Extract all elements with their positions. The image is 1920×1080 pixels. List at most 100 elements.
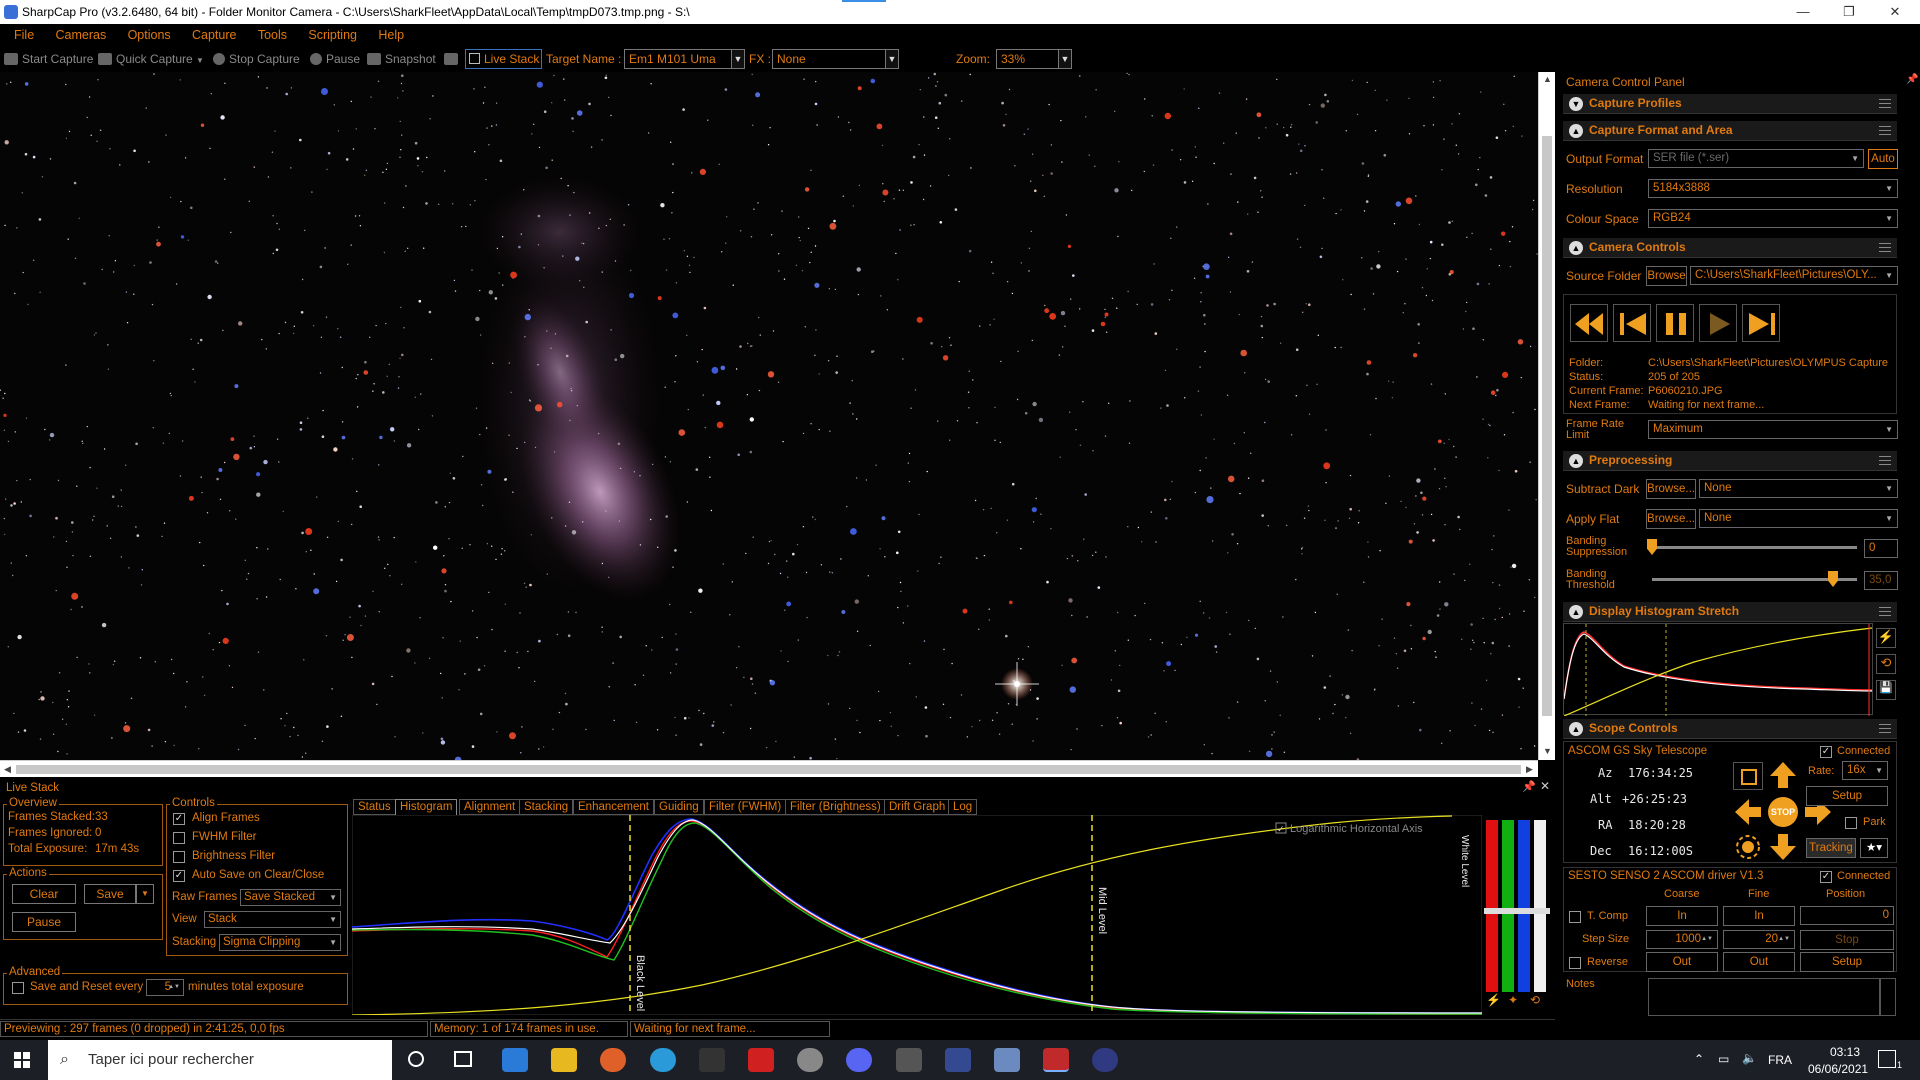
green-level-bar[interactable] (1502, 820, 1514, 992)
start-capture-button[interactable]: Start Capture (4, 51, 93, 67)
source-folder-select[interactable]: C:\Users\SharkFleet\Pictures\OLY... ▼ (1690, 266, 1898, 285)
fx-select[interactable]: None (772, 49, 890, 69)
tab-enhancement[interactable]: Enhancement (573, 799, 654, 815)
clear-button[interactable]: Clear (12, 884, 76, 904)
rewind-button[interactable] (1570, 304, 1608, 342)
target-name-input[interactable]: Em1 M101 Uma (624, 49, 736, 69)
level-slider-handle[interactable] (1484, 908, 1550, 914)
menu-tools[interactable]: Tools (249, 24, 296, 46)
minimize-button[interactable]: — (1780, 0, 1826, 24)
south-arrow-button[interactable] (1768, 832, 1798, 862)
preprocessing-header[interactable]: ▲ Preprocessing (1563, 451, 1897, 471)
vertical-scrollbar[interactable]: ▲ ▼ (1538, 72, 1555, 760)
north-arrow-button[interactable] (1768, 760, 1798, 790)
histogram-chart[interactable]: Black Level Mid Level White Level ✓ Loga… (351, 814, 1483, 1016)
reverse-checkbox[interactable] (1569, 957, 1581, 969)
section-menu-icon[interactable] (1879, 99, 1891, 108)
settings-icon[interactable] (444, 51, 462, 67)
browse-dark-button[interactable]: Browse... (1646, 479, 1696, 499)
close-button[interactable]: ✕ (1872, 0, 1918, 24)
image-view[interactable] (0, 72, 1555, 760)
scope-controls-header[interactable]: ▲ Scope Controls (1563, 719, 1897, 739)
fwhm-filter-checkbox[interactable] (173, 832, 185, 844)
t-comp-checkbox[interactable] (1569, 911, 1581, 923)
previous-frame-button[interactable] (1613, 304, 1651, 342)
rate-select[interactable]: 16x ▼ (1842, 761, 1888, 780)
zoom-select[interactable]: 33% (996, 49, 1064, 69)
tab-filter-brightness[interactable]: Filter (Brightness) (785, 799, 886, 815)
mail-icon[interactable] (502, 1048, 528, 1072)
reset-icon[interactable]: ⟲ (1530, 993, 1540, 1007)
park-checkbox[interactable] (1845, 817, 1857, 829)
focuser-connected-checkbox[interactable]: ✓ (1820, 871, 1832, 883)
minutes-stepper[interactable]: 5 ▲▼ (146, 979, 184, 996)
output-format-select[interactable]: SER file (*.ser) ▼ (1648, 149, 1864, 168)
auto-button[interactable]: Auto (1868, 149, 1898, 169)
view-select[interactable]: Stack ▼ (204, 911, 341, 928)
home-button[interactable] (1733, 832, 1763, 862)
live-stack-button[interactable]: Live Stack (465, 49, 542, 69)
position-input[interactable]: 0 (1800, 906, 1894, 925)
zoom-dropdown-icon[interactable]: ▼ (1058, 49, 1072, 69)
tracking-button[interactable]: Tracking (1806, 838, 1856, 858)
banding-threshold-input[interactable]: 35,0 (1864, 571, 1898, 590)
pause-button[interactable]: Pause (310, 51, 360, 67)
raw-frames-select[interactable]: Save Stacked ▼ (240, 889, 341, 906)
scroll-left-icon[interactable]: ◀ (4, 764, 11, 775)
banding-suppression-slider[interactable] (1652, 546, 1857, 549)
pin-icon[interactable]: 📌 (1522, 780, 1536, 793)
boost-icon[interactable]: ✦ (1508, 993, 1518, 1007)
network-icon[interactable]: ▭ (1718, 1052, 1729, 1066)
menu-capture[interactable]: Capture (183, 24, 245, 46)
banding-suppression-input[interactable]: 0 (1864, 539, 1898, 558)
goto-button[interactable] (1733, 762, 1763, 790)
section-menu-icon[interactable] (1879, 456, 1891, 465)
dark-select[interactable]: None ▼ (1699, 479, 1898, 498)
notifications-icon[interactable] (1878, 1050, 1896, 1068)
tab-alignment[interactable]: Alignment (459, 799, 521, 815)
maximize-button[interactable]: ❐ (1826, 0, 1872, 24)
capture-profiles-header[interactable]: ▼ Capture Profiles (1563, 94, 1897, 114)
blue-level-bar[interactable] (1518, 820, 1530, 992)
menu-scripting[interactable]: Scripting (299, 24, 366, 46)
snapshot-button[interactable]: Snapshot (367, 51, 436, 67)
planetarium-icon[interactable] (797, 1048, 823, 1072)
astrophoto-icon[interactable] (1092, 1048, 1118, 1072)
chevron-up-icon[interactable]: ▲ (1569, 241, 1583, 255)
fx-dropdown-icon[interactable]: ▼ (885, 49, 899, 69)
tab-log[interactable]: Log (948, 799, 978, 815)
menu-cameras[interactable]: Cameras (47, 24, 116, 46)
auto-stretch-icon[interactable]: ⚡ (1876, 628, 1896, 648)
save-dropdown-icon[interactable]: ▼ (136, 884, 154, 904)
calculator-icon[interactable] (994, 1048, 1020, 1072)
focuser-stop-button[interactable]: Stop (1800, 930, 1894, 950)
browse-folder-button[interactable]: Browse (1646, 266, 1687, 286)
banding-threshold-slider[interactable] (1652, 578, 1857, 581)
section-menu-icon[interactable] (1879, 126, 1891, 135)
resolution-select[interactable]: 5184x3888 ▼ (1648, 179, 1898, 198)
file-explorer-icon[interactable] (551, 1048, 577, 1072)
scroll-up-icon[interactable]: ▲ (1543, 74, 1552, 84)
tab-stacking[interactable]: Stacking (519, 799, 574, 815)
menu-help[interactable]: Help (369, 24, 413, 46)
cortana-icon[interactable] (408, 1051, 424, 1067)
section-menu-icon[interactable] (1879, 724, 1891, 733)
screenshot-icon[interactable] (748, 1048, 774, 1072)
auto-save-checkbox[interactable]: ✓ (173, 870, 185, 882)
save-button[interactable]: Save (84, 884, 136, 904)
coarse-out-button[interactable]: Out (1646, 952, 1718, 972)
chevron-up-icon[interactable]: ▲ (1569, 605, 1583, 619)
section-menu-icon[interactable] (1879, 243, 1891, 252)
chevron-up-icon[interactable]: ▲ (1569, 124, 1583, 138)
quick-capture-button[interactable]: Quick Capture ▼ (98, 51, 204, 67)
panel-close-icon[interactable]: ✕ (1540, 779, 1550, 793)
stellarium-icon[interactable] (945, 1048, 971, 1072)
astro-app-icon[interactable] (896, 1048, 922, 1072)
notes-textarea[interactable] (1648, 978, 1880, 1016)
fine-out-button[interactable]: Out (1723, 952, 1795, 972)
camera-controls-header[interactable]: ▲ Camera Controls (1563, 238, 1897, 258)
windows-start-icon[interactable] (14, 1052, 30, 1068)
stop-scope-button[interactable]: STOP (1768, 797, 1798, 827)
stop-capture-button[interactable]: Stop Capture (213, 51, 300, 67)
tab-status[interactable]: Status (353, 799, 396, 815)
